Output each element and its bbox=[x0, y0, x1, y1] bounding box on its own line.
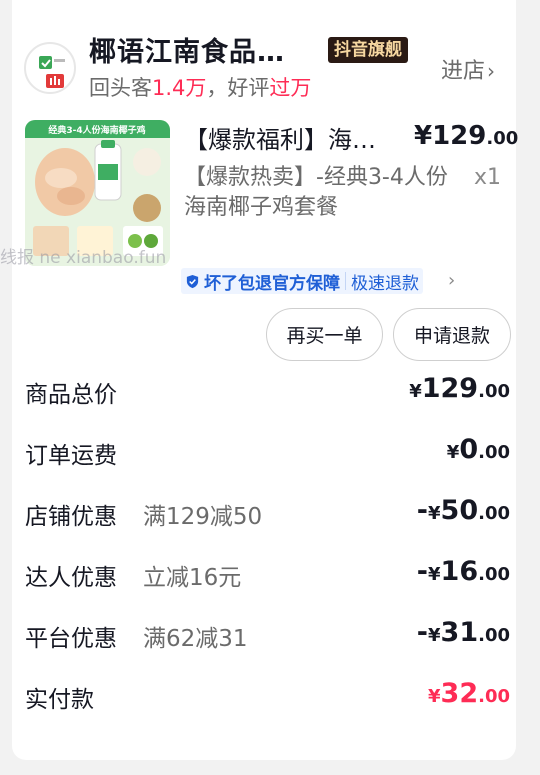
enter-shop-label: 进店 bbox=[441, 59, 486, 84]
row-shop-discount[interactable]: 店铺优惠 满129减50 -¥50.00 bbox=[25, 495, 510, 535]
row-label: 商品总价 bbox=[25, 382, 117, 408]
guarantee-divider bbox=[345, 272, 346, 290]
row-amount: ¥0.00 bbox=[446, 434, 510, 465]
rebuy-button[interactable]: 再买一单 bbox=[266, 308, 383, 361]
watermark: 线报 ne xianbao.fun bbox=[0, 248, 167, 268]
chevron-right-icon: › bbox=[487, 59, 496, 83]
row-label: 达人优惠 bbox=[25, 565, 117, 591]
guarantee-tags[interactable]: 坏了包退官方保障 极速退款 bbox=[181, 268, 423, 294]
row-note: 满62减31 bbox=[143, 626, 248, 652]
flagship-badge: 抖音旗舰 bbox=[328, 37, 408, 63]
row-amount: -¥16.00 bbox=[416, 556, 510, 587]
row-shipping: 订单运费 ¥0.00 bbox=[25, 434, 510, 474]
stats-prefix: 回头客 bbox=[89, 76, 152, 100]
product-price-dec: .00 bbox=[486, 128, 519, 149]
shop-name[interactable]: 椰语江南食品… bbox=[89, 30, 285, 69]
product-title[interactable]: 【爆款福利】海… bbox=[184, 120, 394, 155]
product-price-int: ¥129 bbox=[414, 121, 487, 151]
repeat-count: 1.4万 bbox=[152, 76, 207, 100]
good-review-count: 过万 bbox=[269, 76, 312, 100]
product-subtitle: 【爆款热卖】-经典3-4人份海南椰子鸡套餐 bbox=[184, 165, 448, 220]
stats-sep: ，好评 bbox=[206, 76, 270, 100]
row-label: 订单运费 bbox=[25, 443, 117, 469]
shop-stats: 回头客1.4万，好评过万 bbox=[89, 72, 311, 102]
chevron-right-icon[interactable]: › bbox=[448, 270, 455, 291]
row-amount: ¥129.00 bbox=[409, 373, 510, 404]
product-price: ¥129.00 bbox=[414, 121, 518, 151]
row-platform-discount[interactable]: 平台优惠 满62减31 -¥31.00 bbox=[25, 617, 510, 657]
enter-shop-button[interactable]: 进店 › bbox=[441, 53, 495, 85]
row-note: 满129减50 bbox=[143, 504, 263, 530]
product-image-caption: 经典3-4人份海南椰子鸡 bbox=[48, 124, 145, 136]
row-goods-total: 商品总价 ¥129.00 bbox=[25, 373, 510, 413]
product-quantity: x1 bbox=[474, 165, 502, 190]
row-amount: -¥50.00 bbox=[416, 495, 510, 526]
row-note: 立减16元 bbox=[143, 565, 242, 591]
row-amount: -¥31.00 bbox=[416, 617, 510, 648]
row-amount-paid: 实付款 ¥32.00 bbox=[25, 678, 510, 718]
shop-logo-icon[interactable] bbox=[24, 42, 76, 94]
row-amount: ¥32.00 bbox=[428, 678, 510, 709]
row-label: 店铺优惠 bbox=[25, 504, 117, 530]
row-influencer-discount[interactable]: 达人优惠 立减16元 -¥16.00 bbox=[25, 556, 510, 596]
fast-refund-label: 极速退款 bbox=[351, 273, 419, 294]
guarantee-label: 坏了包退官方保障 bbox=[204, 273, 340, 294]
row-label: 实付款 bbox=[25, 687, 94, 713]
refund-button[interactable]: 申请退款 bbox=[393, 308, 511, 361]
row-label: 平台优惠 bbox=[25, 626, 117, 652]
shield-check-icon bbox=[186, 274, 199, 288]
